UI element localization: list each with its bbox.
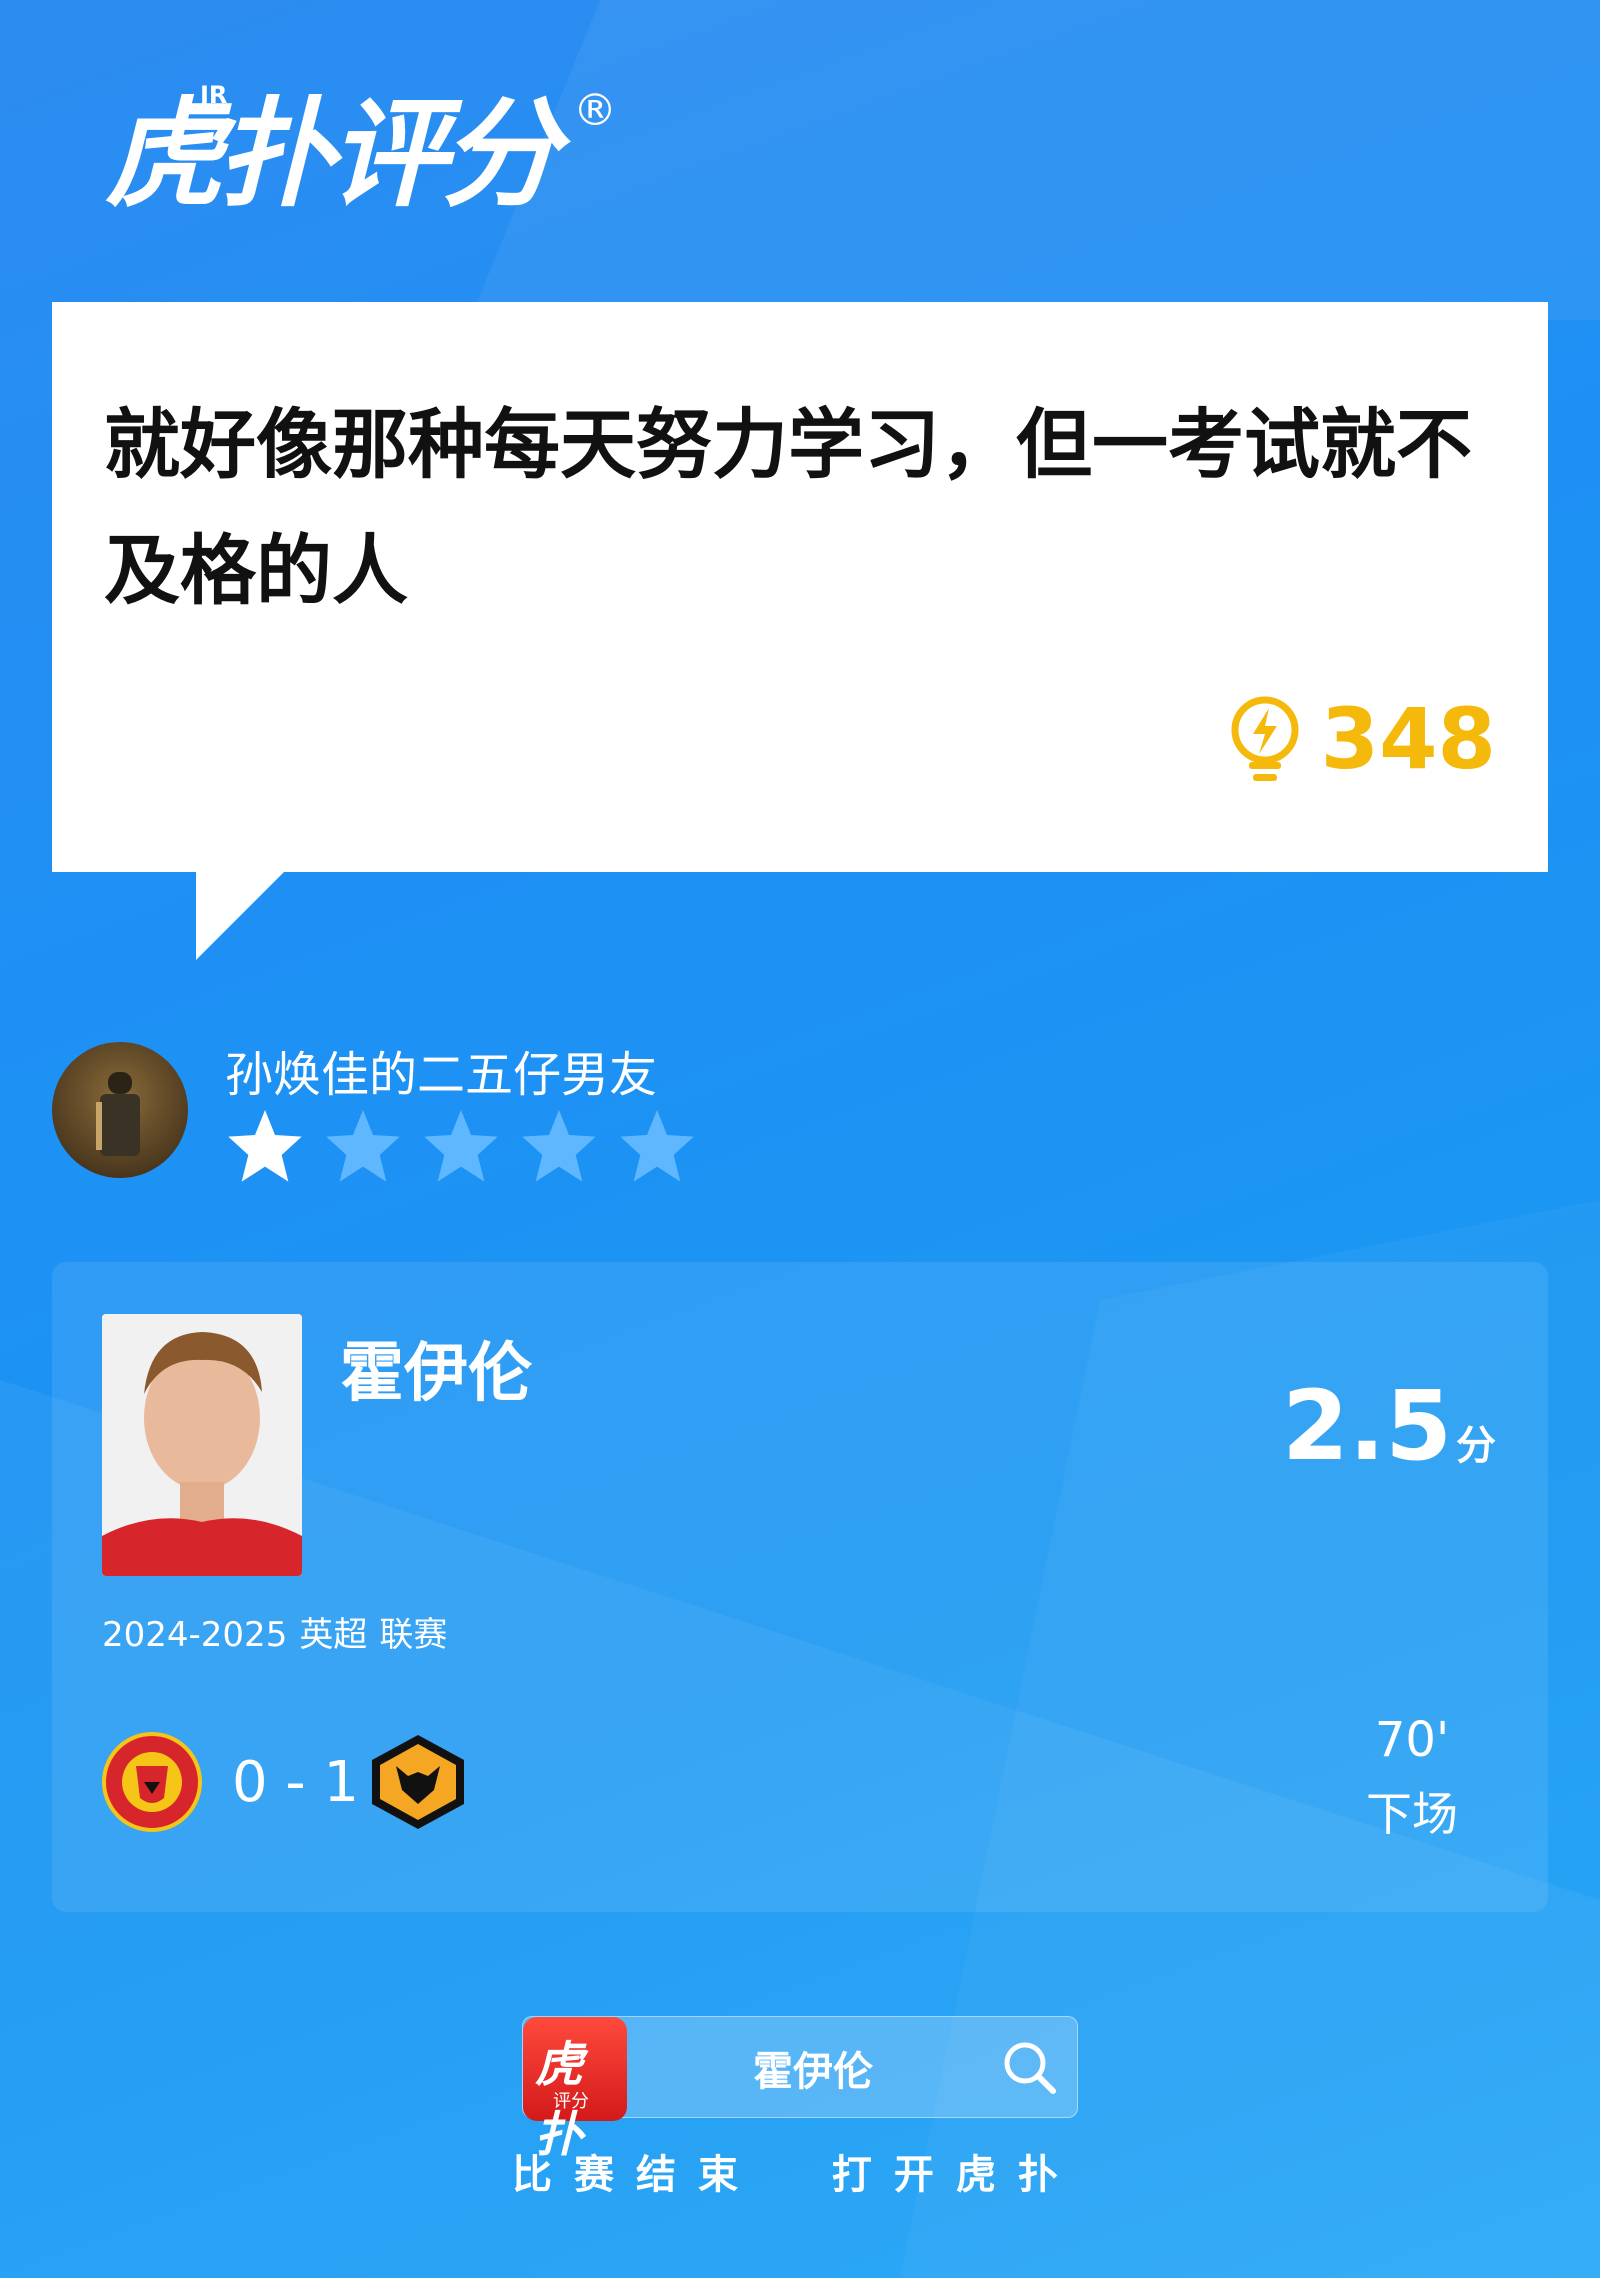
avatar-figure — [96, 1072, 140, 1156]
like-button[interactable]: 348 — [1227, 690, 1496, 788]
competition-name: 联赛 — [379, 1615, 448, 1655]
search-icon[interactable] — [1001, 2039, 1059, 2097]
search-bar[interactable]: 虎扑 评分 霍伊伦 — [522, 2016, 1078, 2163]
comment-text: 就好像那种每天努力学习，但一考试就不及格的人 — [104, 400, 1472, 615]
rating-unit: 分 — [1456, 1423, 1496, 1469]
brand-title: 虎扑评分 — [105, 85, 559, 223]
star-rating — [225, 1106, 697, 1184]
match-score: 0 - 1 — [232, 1750, 360, 1815]
season-years: 2024-2025 — [102, 1615, 288, 1655]
username[interactable]: 孙焕佳的二五仔男友 — [225, 1035, 657, 1105]
substitution-status: 下场 — [1366, 1787, 1458, 1841]
brand-mark: JR — [200, 81, 228, 109]
comment-card: 就好像那种每天努力学习，但一考试就不及格的人 348 — [52, 302, 1548, 872]
lightbulb-icon — [1231, 696, 1299, 781]
player-name: 霍伊伦 — [340, 1337, 532, 1411]
open-app-cta[interactable]: 比赛结束 打开虎扑 — [512, 2142, 1080, 2200]
season-info: 2024-2025 英超 联赛 — [102, 1607, 459, 1656]
star-icon-filled — [228, 1110, 302, 1182]
like-count: 348 — [1320, 690, 1496, 788]
star-icon-empty — [522, 1110, 596, 1182]
rating-value: 2.5 — [1281, 1370, 1452, 1482]
player-rating: 2.5 分 — [1282, 1370, 1496, 1482]
wolves-crest-icon — [372, 1735, 464, 1829]
app-icon[interactable]: 虎扑 评分 — [523, 2017, 627, 2163]
brand-logo: 虎扑评分 JR ® — [105, 83, 617, 213]
minute-value: 70' — [1374, 1712, 1450, 1768]
player-panel[interactable]: 霍伊伦 2.5 分 2024-2025 英超 联赛 0 - 1 70' 下场 — [52, 1262, 1548, 1912]
speech-bubble-tail — [196, 870, 286, 960]
app-icon-subtitle: 评分 — [553, 2091, 589, 2112]
search-query[interactable]: 霍伊伦 — [753, 2039, 873, 2097]
manchester-united-crest-icon — [102, 1732, 202, 1832]
avatar[interactable] — [52, 1042, 188, 1178]
match-minute: 70' 下场 — [1366, 1712, 1458, 1844]
star-icon-empty — [326, 1110, 400, 1182]
star-icon-empty — [424, 1110, 498, 1182]
star-icon-empty — [620, 1110, 694, 1182]
league-name: 英超 — [299, 1615, 368, 1655]
player-photo — [102, 1314, 302, 1576]
registered-mark: ® — [573, 85, 617, 136]
